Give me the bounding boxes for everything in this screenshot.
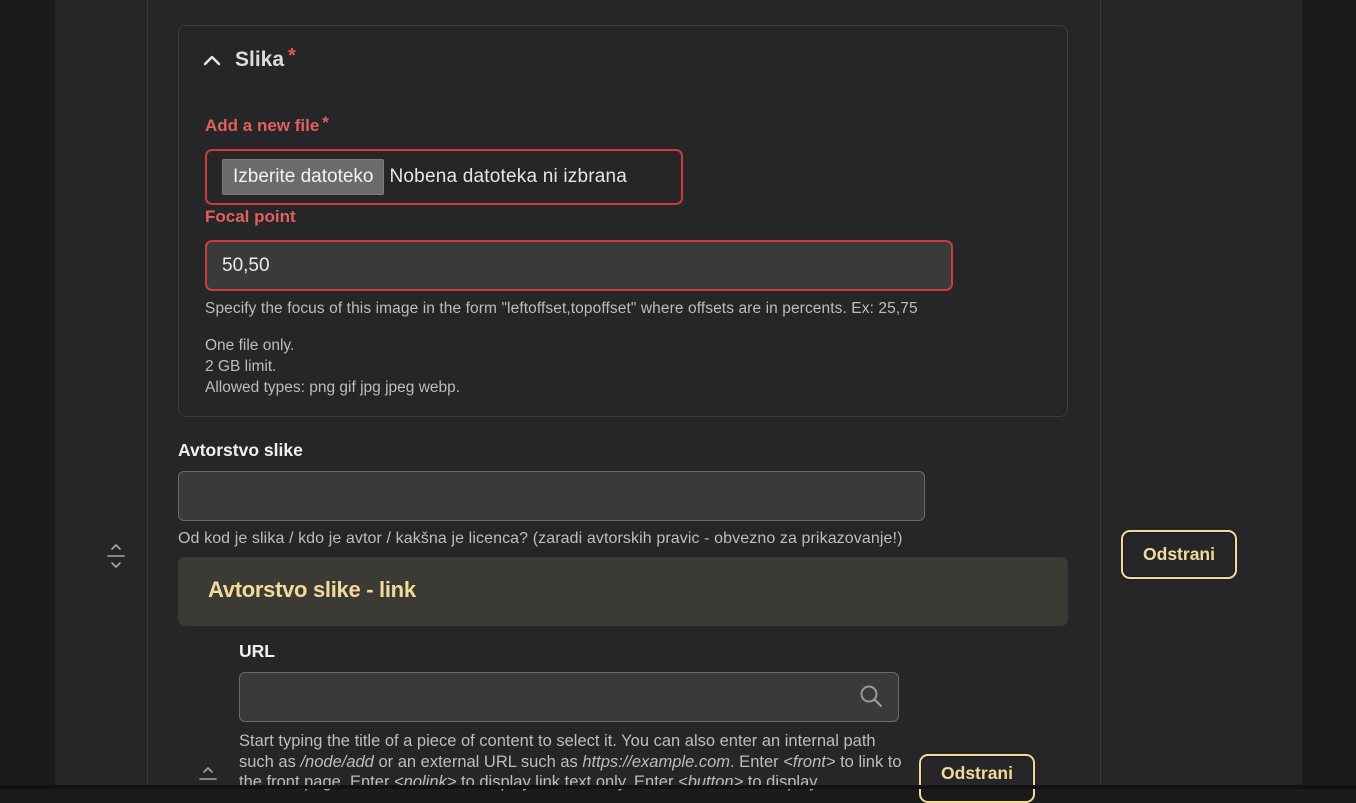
search-icon [860, 685, 883, 708]
required-mark: * [288, 45, 296, 67]
file-upload-field[interactable]: Izberite datoteko Nobena datoteka ni izb… [205, 149, 683, 205]
add-file-label: Add a new file * [205, 113, 329, 135]
slika-title: Slika [235, 48, 285, 71]
avtorstvo-label: Avtorstvo slike [178, 440, 303, 460]
choose-file-button[interactable]: Izberite datoteko [222, 159, 385, 195]
no-file-text: Nobena datoteka ni izbrana [389, 166, 628, 187]
limit-line: Allowed types: png gif jpg jpeg webp. [205, 379, 461, 396]
limit-line: One file only. [205, 337, 295, 354]
url-input[interactable] [239, 672, 899, 722]
slika-fieldset-toggle[interactable]: Slika * [203, 45, 296, 72]
focal-point-label: Focal point [205, 207, 296, 226]
url-label: URL [239, 641, 275, 661]
link-card-title: Avtorstvo slike - link [208, 577, 416, 602]
viewport-bottom-edge [0, 785, 1356, 789]
column-divider-left [147, 0, 148, 789]
remove-link-button[interactable]: Odstrani [919, 754, 1035, 803]
chevron-up-icon [203, 55, 221, 66]
focal-point-help: Specify the focus of this image in the f… [205, 300, 918, 317]
file-limits: One file only. 2 GB limit. Allowed types… [205, 335, 460, 398]
column-divider-right [1100, 0, 1101, 789]
limit-line: 2 GB limit. [205, 358, 277, 375]
slika-fieldset: Slika * Add a new file * Izberite datoteko… [178, 25, 1068, 417]
avtorstvo-help: Od kod je slika / kdo je avtor / kakšna … [178, 530, 903, 547]
drag-handle-icon[interactable] [106, 543, 126, 569]
link-card-header: Avtorstvo slike - link [178, 557, 1068, 626]
url-help: Start typing the title of a piece of con… [239, 732, 902, 791]
avtorstvo-input[interactable] [178, 471, 925, 521]
add-file-required-mark: * [322, 113, 329, 132]
focal-point-input[interactable]: 50,50 [205, 240, 953, 291]
remove-button[interactable]: Odstrani [1121, 530, 1237, 579]
